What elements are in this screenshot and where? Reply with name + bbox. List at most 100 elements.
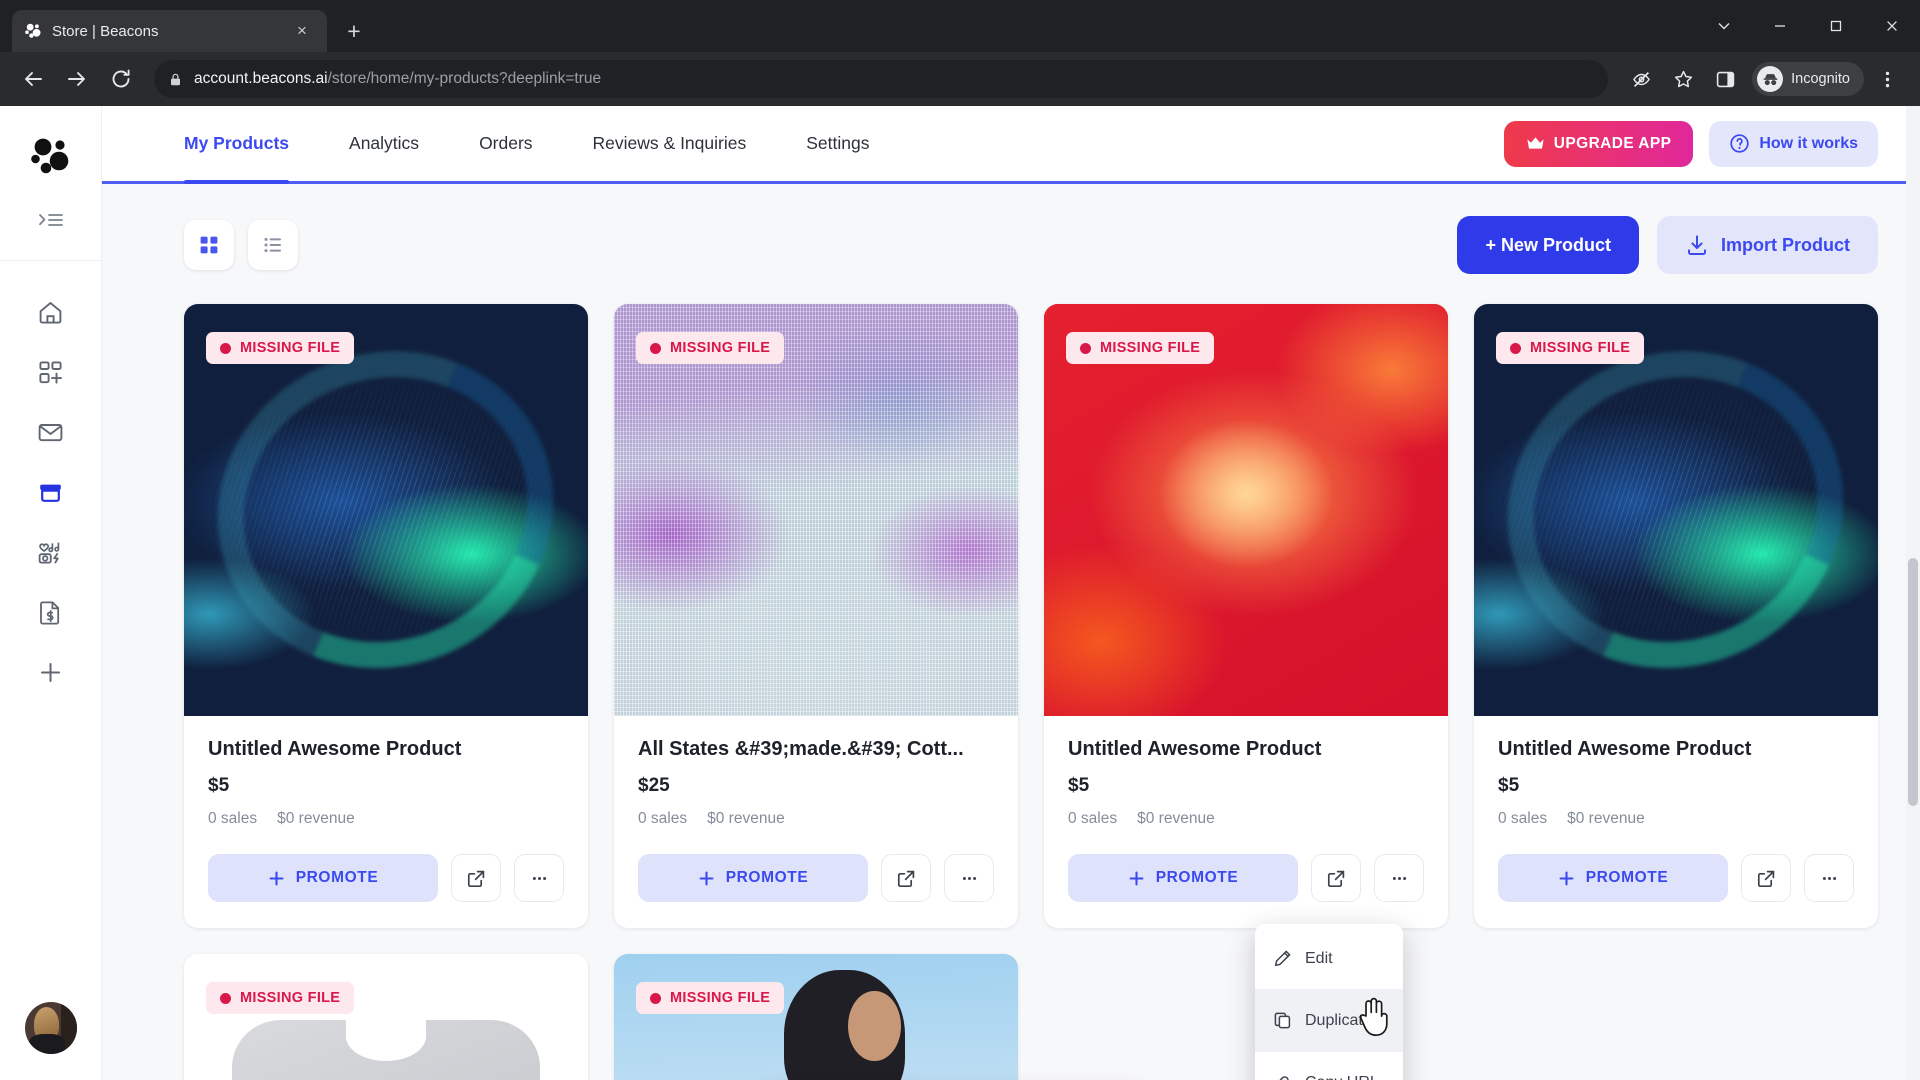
scrollbar-thumb[interactable] (1908, 558, 1918, 806)
status-badge-label: MISSING FILE (670, 990, 771, 1006)
ellipsis-icon[interactable] (1374, 854, 1424, 902)
context-menu-label: Copy URL (1305, 1074, 1379, 1080)
sidebar-item-mail[interactable] (25, 407, 77, 457)
main-content: My Products Analytics Orders Reviews & I… (102, 106, 1920, 1080)
sidebar-item-store[interactable] (25, 467, 77, 517)
page-scrollbar[interactable] (1906, 106, 1920, 1080)
product-card[interactable]: MISSING FILE (184, 954, 588, 1080)
sidebar-item-apps[interactable] (25, 347, 77, 397)
product-card-body: Untitled Awesome Product $5 0 sales $0 r… (1474, 716, 1878, 928)
product-card[interactable]: MISSING FILE Untitled Awesome Product $5… (184, 304, 588, 928)
grid-view-icon[interactable] (184, 220, 234, 270)
beacons-logo-icon[interactable] (28, 134, 74, 180)
status-badge: MISSING FILE (636, 332, 785, 364)
product-thumbnail[interactable]: MISSING FILE (1044, 304, 1448, 716)
import-product-button[interactable]: Import Product (1657, 216, 1878, 274)
tab-settings[interactable]: Settings (776, 106, 899, 181)
product-title: Untitled Awesome Product (208, 738, 462, 760)
new-tab-button[interactable]: + (337, 14, 371, 48)
promote-label: PROMOTE (725, 869, 809, 886)
context-menu-item-copy-url[interactable]: Copy URL (1255, 1052, 1403, 1080)
ellipsis-icon[interactable] (514, 854, 564, 902)
sidebar-item-home[interactable] (25, 287, 77, 337)
promote-button[interactable]: PROMOTE (638, 854, 868, 902)
three-dot-menu-icon[interactable] (1868, 60, 1906, 98)
incognito-indicator[interactable]: Incognito (1752, 62, 1864, 96)
status-dot-icon (220, 992, 231, 1004)
ellipsis-icon[interactable] (1804, 854, 1854, 902)
product-stats: 0 sales $0 revenue (1068, 810, 1424, 828)
sidebar-item-media[interactable] (25, 527, 77, 577)
product-sales: 0 sales (1498, 810, 1548, 827)
close-window-button[interactable] (1864, 0, 1920, 52)
side-panel-icon[interactable] (1706, 60, 1744, 98)
sidebar-nav (25, 287, 77, 697)
product-card[interactable]: MISSING FILE Untitled Awesome Product $5… (1044, 304, 1448, 928)
product-card-actions: PROMOTE (1068, 854, 1424, 902)
forward-button[interactable] (58, 60, 96, 98)
sidebar-item-add[interactable] (25, 647, 77, 697)
context-menu-item-edit[interactable]: Edit (1255, 928, 1403, 989)
import-product-label: Import Product (1721, 234, 1850, 255)
product-thumbnail[interactable]: MISSING FILE (1474, 304, 1878, 716)
status-badge-label: MISSING FILE (670, 340, 771, 356)
minimize-button[interactable] (1752, 0, 1808, 52)
promote-button[interactable]: PROMOTE (1498, 854, 1728, 902)
product-card-actions: PROMOTE (208, 854, 564, 902)
product-card[interactable]: MISSING FILE (614, 954, 1018, 1080)
plus-icon (1128, 870, 1145, 887)
sidebar-item-invoices[interactable] (25, 587, 77, 637)
reload-button[interactable] (102, 60, 140, 98)
star-icon[interactable] (1664, 60, 1702, 98)
mouse-cursor (1357, 996, 1391, 1038)
tab-analytics[interactable]: Analytics (319, 106, 449, 181)
tab-orders[interactable]: Orders (449, 106, 562, 181)
external-link-icon[interactable] (1741, 854, 1791, 902)
status-badge: MISSING FILE (1496, 332, 1645, 364)
app-sidebar (0, 106, 102, 1080)
external-link-icon[interactable] (451, 854, 501, 902)
list-view-icon[interactable] (248, 220, 298, 270)
external-link-icon[interactable] (1311, 854, 1361, 902)
tab-my-products[interactable]: My Products (102, 106, 319, 184)
product-stats: 0 sales $0 revenue (638, 810, 994, 828)
collapse-sidebar-icon[interactable] (29, 202, 73, 238)
how-it-works-button[interactable]: How it works (1709, 120, 1878, 167)
product-card[interactable]: MISSING FILE Untitled Awesome Product $5… (1474, 304, 1878, 928)
product-sales: 0 sales (208, 810, 258, 827)
tab-close-icon[interactable]: × (289, 18, 315, 44)
browser-toolbar: account.beacons.ai/store/home/my-product… (0, 52, 1920, 106)
eye-off-icon[interactable] (1622, 60, 1660, 98)
product-artwork (184, 304, 588, 716)
product-thumbnail[interactable]: MISSING FILE (614, 304, 1018, 716)
product-stats: 0 sales $0 revenue (1498, 810, 1854, 828)
status-dot-icon (650, 992, 661, 1004)
product-sales: 0 sales (1068, 810, 1118, 827)
promote-button[interactable]: PROMOTE (208, 854, 438, 902)
new-product-button[interactable]: + New Product (1457, 216, 1639, 274)
tab-reviews-inquiries[interactable]: Reviews & Inquiries (563, 106, 777, 181)
product-thumbnail[interactable]: MISSING FILE (184, 304, 588, 716)
plus-icon (698, 870, 715, 887)
tab-strip: Store | Beacons × + (0, 0, 1920, 52)
product-grid-row-2: MISSING FILE MISSING FILE (184, 954, 1878, 1080)
tab-search-icon[interactable] (1696, 0, 1752, 52)
product-thumbnail[interactable]: MISSING FILE (184, 954, 588, 1080)
maximize-button[interactable] (1808, 0, 1864, 52)
address-bar[interactable]: account.beacons.ai/store/home/my-product… (154, 60, 1609, 98)
promote-button[interactable]: PROMOTE (1068, 854, 1298, 902)
external-link-icon[interactable] (881, 854, 931, 902)
lock-icon (168, 72, 183, 87)
back-button[interactable] (14, 60, 52, 98)
user-avatar[interactable] (24, 1002, 77, 1054)
product-card-body: Untitled Awesome Product $5 0 sales $0 r… (1044, 716, 1448, 928)
product-artwork (1044, 304, 1448, 716)
topnav-actions: UPGRADE APP How it works (1503, 120, 1878, 167)
product-thumbnail[interactable]: MISSING FILE (614, 954, 1018, 1080)
upgrade-app-button[interactable]: UPGRADE APP (1503, 120, 1694, 167)
browser-tab[interactable]: Store | Beacons × (12, 10, 327, 52)
ellipsis-icon[interactable] (944, 854, 994, 902)
product-card[interactable]: MISSING FILE All States &#39;made.&#39; … (614, 304, 1018, 928)
product-price: $5 (1068, 775, 1090, 796)
status-dot-icon (1080, 342, 1091, 354)
